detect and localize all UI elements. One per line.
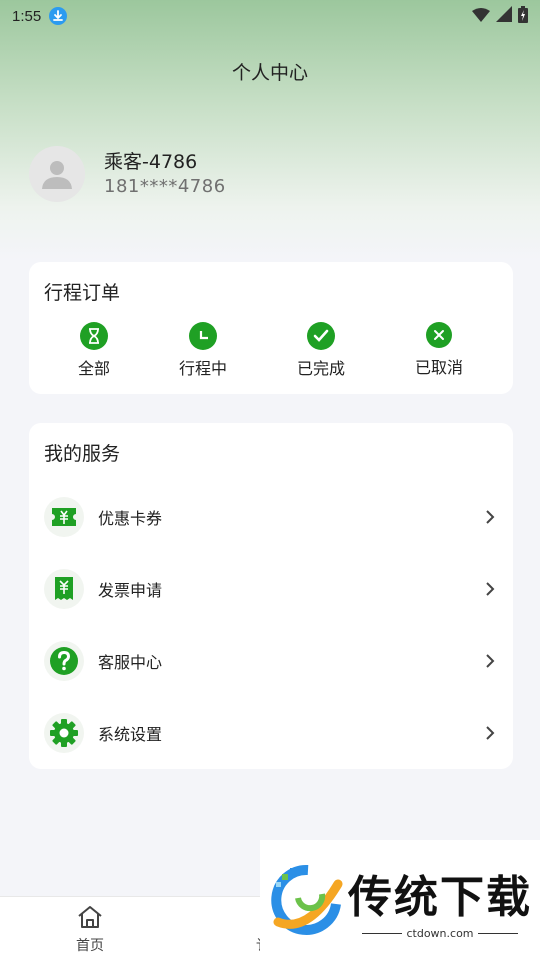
header-background <box>0 0 540 260</box>
service-item-support[interactable]: 客服中心 <box>29 633 513 689</box>
chevron-right-icon <box>485 654 495 668</box>
order-tab-label: 行程中 <box>178 359 227 378</box>
watermark-title: 传统下载 <box>348 871 532 923</box>
order-tab-ongoing[interactable]: 行程中 <box>163 322 243 379</box>
order-tab-completed[interactable]: 已完成 <box>281 322 361 379</box>
service-label: 优惠卡券 <box>98 509 163 528</box>
chevron-right-icon <box>485 726 495 740</box>
hourglass-icon <box>80 322 108 350</box>
nav-home[interactable]: 首页 <box>60 905 120 955</box>
wifi-icon <box>472 7 490 26</box>
invoice-icon <box>55 577 73 600</box>
trip-orders-card: 行程订单 全部 行程中 已完成 已取消 <box>29 262 513 394</box>
trip-orders-title: 行程订单 <box>44 282 121 304</box>
order-tab-all[interactable]: 全部 <box>54 322 134 379</box>
clock-icon <box>189 322 217 350</box>
order-tab-label: 已完成 <box>296 359 345 378</box>
cancel-icon <box>426 322 452 348</box>
chevron-right-icon <box>485 510 495 524</box>
status-bar: 1:55 <box>0 0 540 32</box>
battery-icon <box>518 5 528 27</box>
watermark: 传统下载 ctdown.com <box>260 840 540 960</box>
help-icon <box>50 647 78 675</box>
avatar[interactable] <box>29 146 85 202</box>
settings-icon <box>50 719 78 747</box>
check-icon <box>307 322 335 350</box>
service-label: 客服中心 <box>98 653 163 672</box>
page-title: 个人中心 <box>231 62 308 84</box>
order-tab-label: 全部 <box>77 359 110 378</box>
order-tab-label: 已取消 <box>414 358 463 377</box>
home-icon <box>78 906 102 928</box>
service-item-coupons[interactable]: 优惠卡券 <box>29 489 513 545</box>
download-icon <box>49 7 68 25</box>
my-services-title: 我的服务 <box>44 443 121 465</box>
coupon-icon <box>52 508 76 526</box>
chevron-right-icon <box>485 582 495 596</box>
service-label: 发票申请 <box>98 581 163 600</box>
user-phone: 181****4786 <box>104 176 226 197</box>
service-item-settings[interactable]: 系统设置 <box>29 705 513 761</box>
status-time: 1:55 <box>12 7 42 25</box>
user-name: 乘客-4786 <box>104 151 198 173</box>
my-services-card: 我的服务 优惠卡券 发票申请 客服中心 系统设置 <box>29 423 513 769</box>
user-silhouette-icon <box>42 161 72 189</box>
nav-home-label: 首页 <box>76 938 104 954</box>
service-item-invoice[interactable]: 发票申请 <box>29 561 513 617</box>
signal-icon <box>496 6 512 26</box>
service-label: 系统设置 <box>98 725 163 744</box>
order-tab-cancelled[interactable]: 已取消 <box>399 322 479 378</box>
watermark-logo-icon <box>271 864 343 935</box>
watermark-url: ctdown.com <box>406 926 474 940</box>
